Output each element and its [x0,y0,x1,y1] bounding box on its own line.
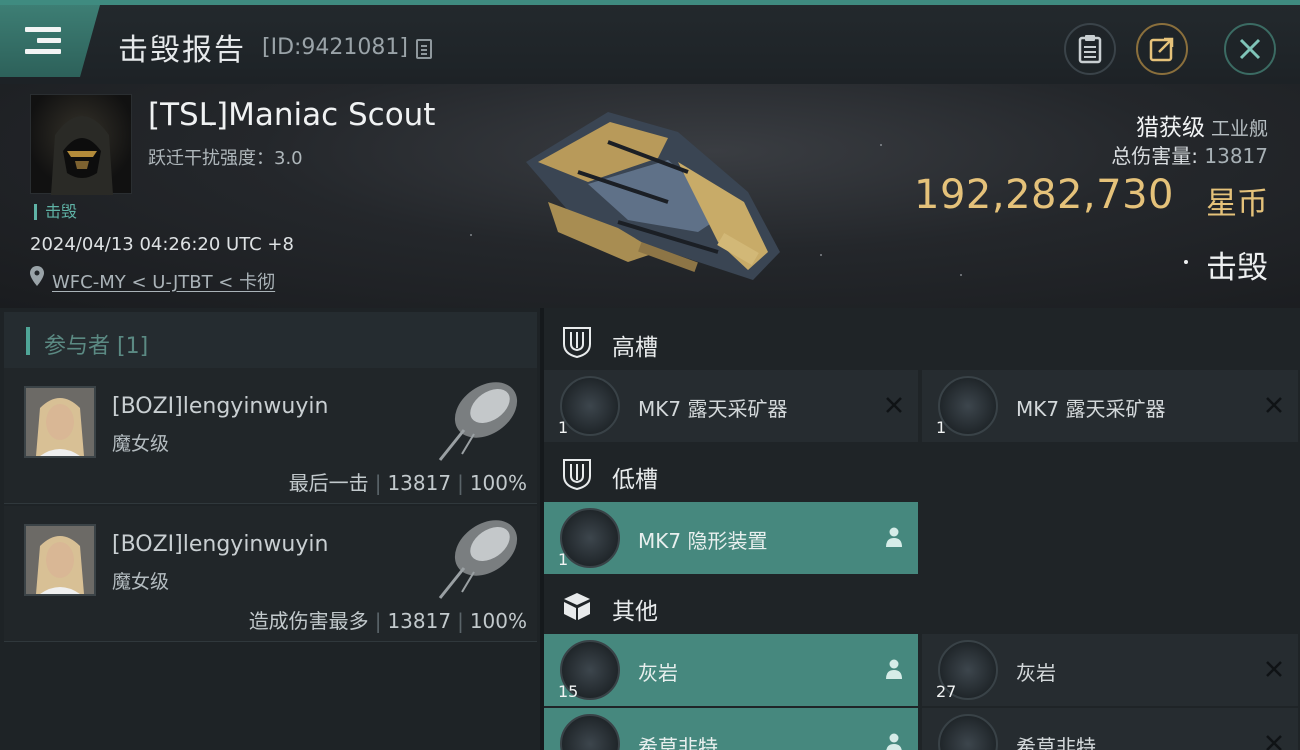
attacker-row[interactable]: [BOZI]lengyinwuyin 魔女级 最后一击 | 13817 | 100% [4,368,537,504]
attacker-role: 造成伤害最多 [248,609,369,633]
kill-timestamp: 2024/04/13 04:26:20 UTC +8 [30,234,294,255]
attacker-avatar[interactable] [24,524,96,596]
kill-result: 击毁 [1206,250,1268,286]
attacker-ship-image[interactable] [434,512,526,604]
item-quantity: 1 [558,550,569,569]
page-title: 击毁报告 [118,33,246,68]
high-slot-section: 高槽 [544,312,1300,370]
header-bar: 击毁报告 [ID:9421081] [0,0,1300,84]
victim-avatar[interactable] [30,94,132,195]
destroyed-icon [1266,397,1282,413]
other-section: 其他 [544,576,1300,634]
item-name: MK7 露天采矿器 [638,397,788,421]
copy-id-icon[interactable] [416,39,432,59]
hooded-pilot-icon [51,116,113,195]
attacker-percent: 100% [469,609,527,633]
item-quantity: 1 [936,418,947,437]
high-slot-label: 高槽 [612,335,658,361]
menu-icon [25,27,61,57]
item-name: 希草非特 [638,735,718,750]
total-damage-label: 总伤害量: [1111,144,1199,168]
victim-name[interactable]: [TSL]Maniac Scout [148,97,435,133]
fitting-item[interactable]: 27 灰岩 [922,634,1298,706]
share-button[interactable] [1136,23,1188,75]
item-name: 希草非特 [1016,735,1096,750]
attacker-name[interactable]: [BOZI]lengyinwuyin [112,532,328,557]
dropped-person-icon [886,733,902,750]
item-quantity: 1 [558,418,569,437]
isk-value: 192,282,730 [914,172,1174,218]
fitting-item[interactable]: 希草非特 [922,708,1298,750]
participants-header[interactable]: 参与者 [1] [4,312,537,370]
attacker-percent: 100% [469,471,527,495]
warp-disruption-strength: 跃迁干扰强度：3.0 [148,148,303,169]
pilot-portrait-icon [26,526,94,594]
clipboard-icon [1078,35,1102,64]
ship-type: 工业舰 [1210,118,1268,140]
result-dot [1184,260,1188,264]
header-accent-bar [26,327,30,355]
low-slot-section: 低槽 [544,444,1300,502]
cloaking-device-icon [560,508,620,568]
other-label: 其他 [612,599,658,625]
mining-laser-icon [560,376,620,436]
status-tag: 击毁 [34,204,77,220]
menu-button[interactable] [0,5,100,77]
report-id: [ID:9421081] [262,35,408,60]
pilot-portrait-icon [26,388,94,456]
total-damage-value: 13817 [1204,144,1268,168]
fitting-item[interactable]: 1 MK7 露天采矿器 [922,370,1298,442]
item-name: 灰岩 [638,661,678,685]
victim-ship-image[interactable] [518,102,788,292]
attacker-ship: 魔女级 [112,571,170,593]
mining-laser-icon [938,376,998,436]
victim-summary: [TSL]Maniac Scout 跃迁干扰强度：3.0 击毁 2024/04/… [0,84,1300,308]
attacker-damage: 13817 [387,609,452,633]
low-slot-label: 低槽 [612,467,658,493]
fitting-item[interactable]: 1 MK7 隐形装置 [544,502,918,574]
attacker-row[interactable]: [BOZI]lengyinwuyin 魔女级 造成伤害最多 | 13817 | 100% [4,506,537,642]
low-slot-icon [563,459,591,490]
attacker-role: 最后一击 [288,471,369,495]
attacker-name[interactable]: [BOZI]lengyinwuyin [112,394,328,419]
item-quantity: 27 [936,682,957,701]
ore-icon [560,714,620,750]
item-name: 灰岩 [1016,661,1056,685]
isk-unit: 星币 [1206,186,1268,222]
destroyed-icon [1266,735,1282,750]
ship-class-name[interactable]: 猎获级 [1136,115,1205,141]
item-name: MK7 隐形装置 [638,529,768,553]
destroyed-icon [886,397,902,413]
high-slot-icon [563,327,591,358]
attacker-ship-image[interactable] [434,374,526,466]
fitting-item[interactable]: 1 MK7 露天采矿器 [544,370,918,442]
attacker-damage: 13817 [387,471,452,495]
dropped-person-icon [886,527,902,547]
fitting-item[interactable]: 希草非特 [544,708,918,750]
location-pin-icon [30,266,44,286]
close-button[interactable] [1224,23,1276,75]
participants-title: 参与者 [1] [44,334,149,359]
dropped-person-icon [886,659,902,679]
ore-icon [938,714,998,750]
fitting-item[interactable]: 15 灰岩 [544,634,918,706]
total-damage: 总伤害量: 13817 [1111,140,1268,169]
attacker-stats: 造成伤害最多 | 13817 | 100% [248,609,527,633]
destroyed-icon [1266,661,1282,677]
cargo-box-icon [564,593,590,620]
attacker-stats: 最后一击 | 13817 | 100% [288,471,527,495]
attacker-ship: 魔女级 [112,433,170,455]
close-icon [1239,38,1261,60]
victim-ship-class: 猎获级 工业舰 [1136,108,1268,142]
item-quantity: 15 [558,682,579,701]
attacker-avatar[interactable] [24,386,96,458]
share-icon [1149,37,1174,62]
item-name: MK7 露天采矿器 [1016,397,1166,421]
kill-location-link[interactable]: WFC-MY < U-JTBT < 卡彻 [52,268,275,294]
clipboard-button[interactable] [1064,23,1116,75]
